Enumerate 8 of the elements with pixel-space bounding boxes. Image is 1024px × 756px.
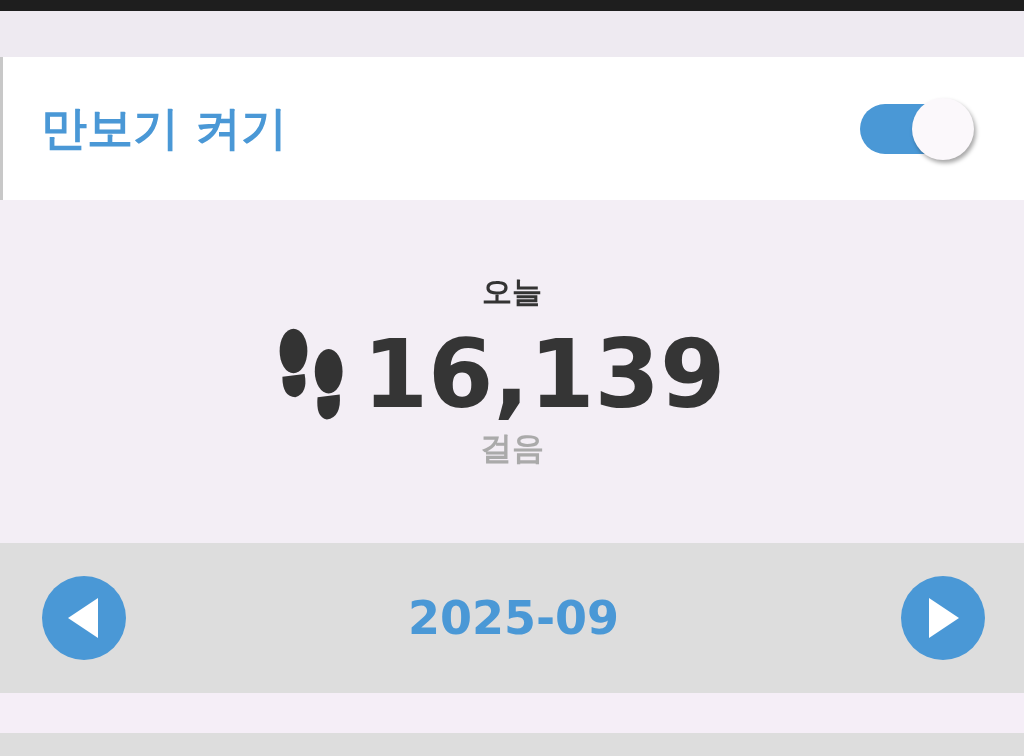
- today-heading: 오늘: [482, 273, 542, 312]
- previous-month-icon[interactable]: [42, 576, 126, 660]
- next-month-icon[interactable]: [901, 576, 985, 660]
- toggle-label: 만보기 켜기: [41, 99, 287, 157]
- toggle-switch[interactable]: [860, 97, 976, 160]
- month-label: 2025-09: [407, 591, 620, 645]
- step-unit: 걸음: [480, 427, 544, 469]
- step-count: 16,139: [362, 323, 726, 427]
